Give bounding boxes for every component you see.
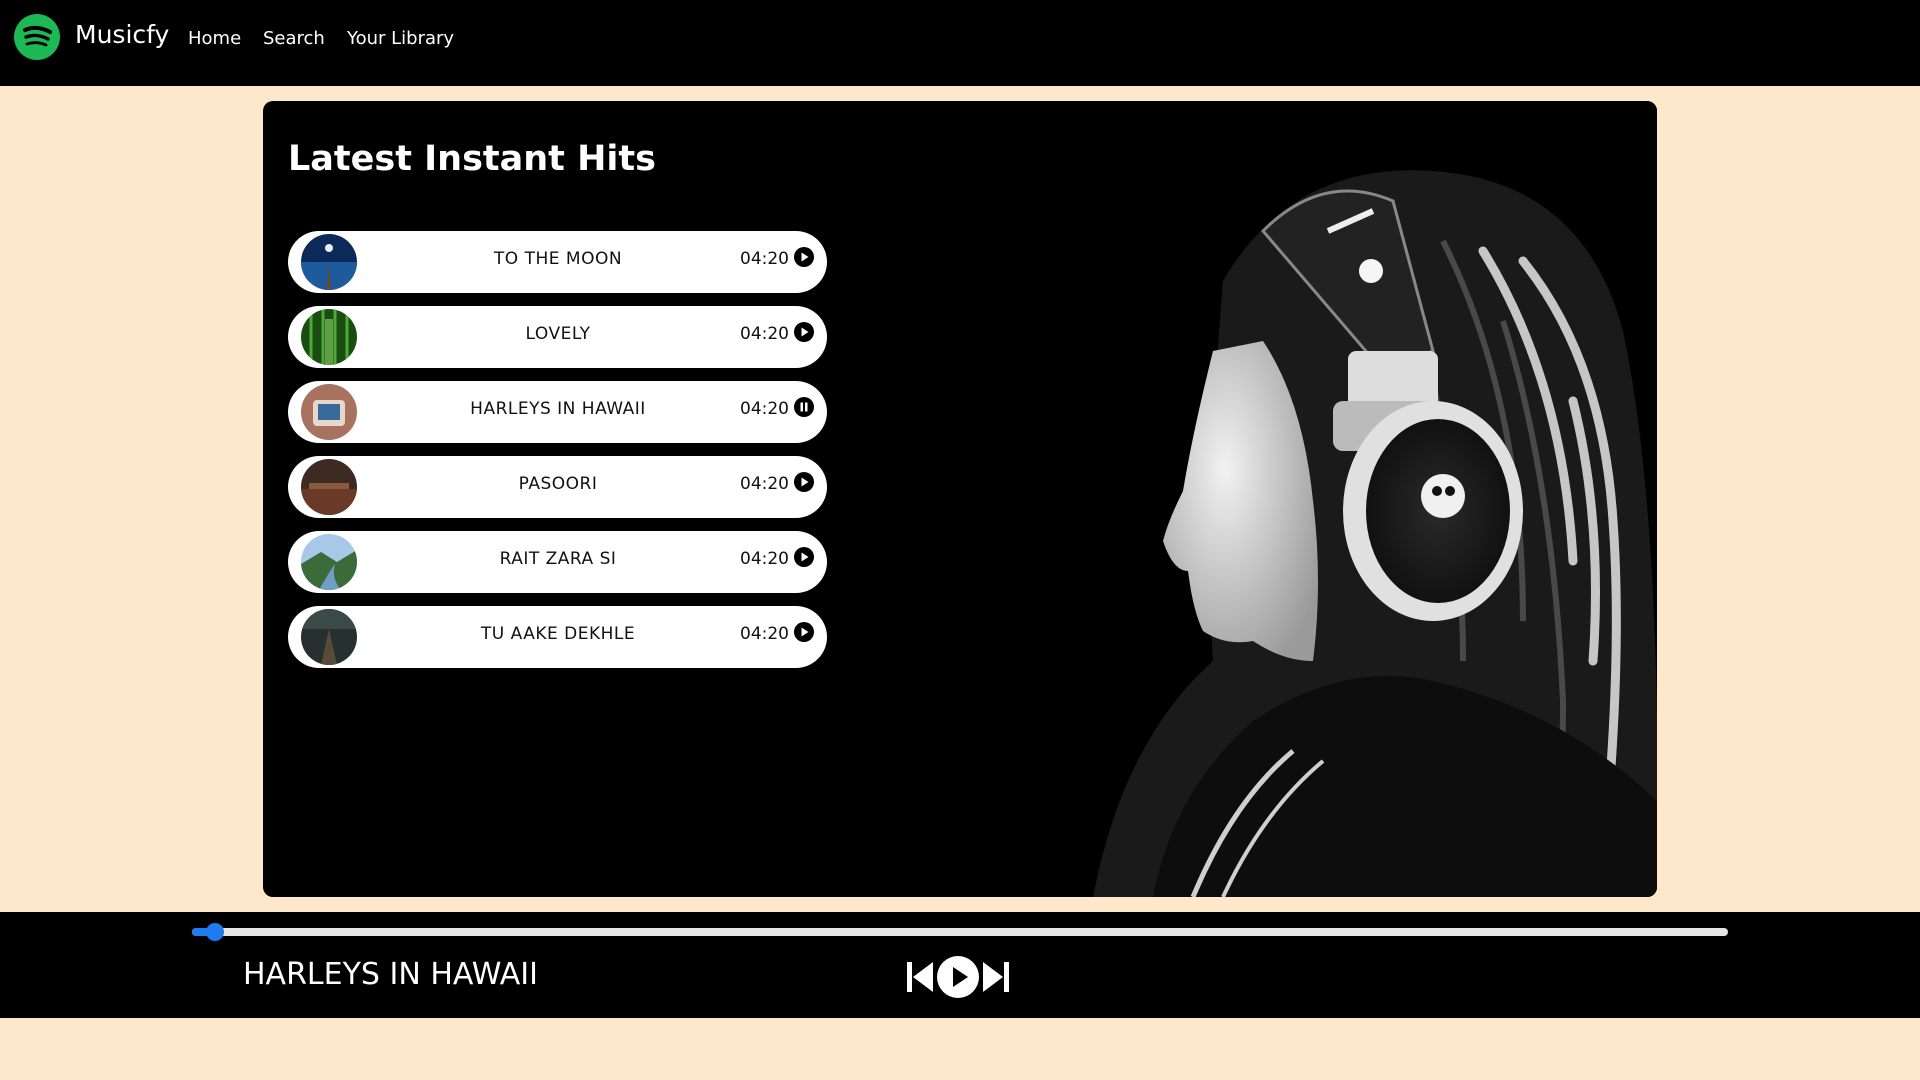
- song-duration: 04:20: [740, 249, 789, 269]
- song-item[interactable]: PASOORI 04:20: [288, 456, 827, 518]
- hero-image: [963, 101, 1657, 897]
- play-icon[interactable]: [794, 472, 814, 492]
- section-title: Latest Instant Hits: [288, 139, 656, 179]
- song-duration: 04:20: [740, 624, 789, 644]
- song-list: TO THE MOON 04:20 LOVELY 04:20 HARLEYS I…: [288, 231, 828, 681]
- play-icon[interactable]: [794, 547, 814, 567]
- progress-handle[interactable]: [206, 923, 225, 941]
- top-navbar: Musicfy Home Search Your Library: [0, 0, 1920, 86]
- song-cover-image: [301, 309, 357, 365]
- song-title: LOVELY: [525, 324, 591, 344]
- song-title: RAIT ZARA SI: [499, 549, 617, 569]
- next-icon[interactable]: [982, 960, 1010, 994]
- song-item[interactable]: HARLEYS IN HAWAII 04:20: [288, 381, 827, 443]
- bottom-player-bar: HARLEYS IN HAWAII: [0, 912, 1920, 1018]
- song-cover-image: [301, 384, 357, 440]
- song-item[interactable]: TU AAKE DEKHLE 04:20: [288, 606, 827, 668]
- song-cover-image: [301, 534, 357, 590]
- now-playing-title: HARLEYS IN HAWAII: [243, 957, 539, 992]
- song-duration: 04:20: [740, 399, 789, 419]
- progress-bar[interactable]: [192, 923, 1728, 941]
- main-container: Latest Instant Hits TO THE MOON 04:20 LO…: [263, 101, 1657, 897]
- brand-name: Musicfy: [75, 20, 170, 49]
- play-icon[interactable]: [936, 955, 980, 999]
- song-cover-image: [301, 609, 357, 665]
- spotify-logo-icon[interactable]: [14, 14, 60, 60]
- song-duration: 04:20: [740, 549, 789, 569]
- pause-icon[interactable]: [794, 397, 814, 417]
- song-title: HARLEYS IN HAWAII: [470, 399, 646, 419]
- song-title: PASOORI: [518, 474, 598, 494]
- play-icon[interactable]: [794, 322, 814, 342]
- play-icon[interactable]: [794, 622, 814, 642]
- play-icon[interactable]: [794, 247, 814, 267]
- song-title: TO THE MOON: [493, 249, 623, 269]
- song-title: TU AAKE DEKHLE: [480, 624, 636, 644]
- song-item[interactable]: TO THE MOON 04:20: [288, 231, 827, 293]
- nav-search-link[interactable]: Search: [263, 28, 325, 49]
- previous-icon[interactable]: [906, 960, 934, 994]
- song-duration: 04:20: [740, 474, 789, 494]
- song-duration: 04:20: [740, 324, 789, 344]
- nav-library-link[interactable]: Your Library: [347, 28, 454, 49]
- song-item[interactable]: RAIT ZARA SI 04:20: [288, 531, 827, 593]
- song-cover-image: [301, 234, 357, 290]
- nav-home-link[interactable]: Home: [188, 28, 241, 49]
- song-item[interactable]: LOVELY 04:20: [288, 306, 827, 368]
- playback-controls: [906, 955, 1010, 999]
- song-cover-image: [301, 459, 357, 515]
